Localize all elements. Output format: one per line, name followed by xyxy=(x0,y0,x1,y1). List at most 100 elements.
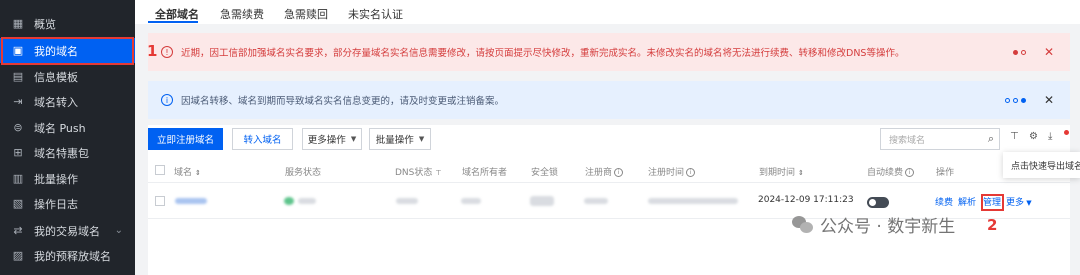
alert-realname-warning: ! 近期，因工信部加强域名实名要求，部分存量域名实名信息需要修改，请按页面提示尽… xyxy=(148,33,1070,71)
sidebar-item-release[interactable]: ▨ 我的预释放域名 xyxy=(0,243,135,268)
export-icon[interactable]: ⤓ xyxy=(1048,131,1052,142)
sidebar-item-log[interactable]: ▧ 操作日志 xyxy=(0,191,135,216)
search-icon[interactable]: ⌕ xyxy=(988,132,994,146)
more-ops-label: 更多操作 xyxy=(307,135,346,146)
log-icon: ▧ xyxy=(12,197,24,210)
sort-icon[interactable]: ⇕ xyxy=(195,169,201,177)
column-owner: 域名所有者 xyxy=(462,168,508,178)
close-icon[interactable]: ✕ xyxy=(1044,45,1054,59)
annotation-number-2: 2 xyxy=(987,216,998,234)
sidebar-item-label: 操作日志 xyxy=(34,197,78,211)
sidebar-item-trade[interactable]: ⇄ 我的交易域名 ⌄ xyxy=(0,218,135,243)
close-icon[interactable]: ✕ xyxy=(1044,93,1054,107)
dot-icon[interactable] xyxy=(1021,97,1026,103)
column-domain[interactable]: 域名 ⇕ xyxy=(174,165,201,178)
domain-icon: ▣ xyxy=(12,44,24,57)
column-lock: 安全锁 xyxy=(531,168,559,178)
sort-icon[interactable]: ⇕ xyxy=(798,169,804,177)
column-actions: 操作 xyxy=(936,168,955,178)
alert-text: 因域名转移、域名到期而导致域名实名信息变更的，请及时变更或注销备案。 xyxy=(181,96,505,107)
sidebar-item-package[interactable]: ⊞ 域名特惠包 xyxy=(0,140,135,165)
sidebar-item-push[interactable]: ⊜ 域名 Push xyxy=(0,115,135,140)
caret-down-icon: ▼ xyxy=(418,135,425,143)
sidebar-item-label: 域名特惠包 xyxy=(34,146,89,160)
caret-down-icon: ▼ xyxy=(350,135,357,143)
tab-unverified[interactable]: 未实名认证 xyxy=(348,6,403,22)
help-icon[interactable]: i xyxy=(614,168,624,177)
column-label: 到期时间 xyxy=(759,168,796,178)
active-tab-indicator xyxy=(148,21,198,23)
sidebar-item-my-domains[interactable]: ▣ 我的域名 xyxy=(0,38,135,63)
sidebar-item-overview[interactable]: ▦ 概览 xyxy=(0,11,135,36)
help-icon[interactable]: i xyxy=(905,168,915,177)
highlight-box-manage xyxy=(981,194,1004,211)
search-placeholder: 搜索域名 xyxy=(889,135,926,146)
tab-all-domains[interactable]: 全部域名 xyxy=(155,6,199,22)
column-dns-status[interactable]: DNS状态 ⊤ xyxy=(395,165,442,178)
tab-urgent-renew[interactable]: 急需续费 xyxy=(220,6,264,22)
watermark-text: 公众号 · 数宇新生 xyxy=(820,217,956,237)
renew-link[interactable]: 续费 xyxy=(935,195,953,208)
sidebar-item-label: 我的交易域名 xyxy=(34,224,100,238)
more-ops-dropdown[interactable]: 更多操作 ▼ xyxy=(302,128,362,150)
watermark: 公众号 · 数宇新生 xyxy=(792,212,955,237)
dns-status-value xyxy=(396,198,418,204)
status-dot xyxy=(284,197,294,205)
table-header: 域名 ⇕ 服务状态 DNS状态 ⊤ 域名所有者 安全锁 注册商 i 注册时间 i 到期时… xyxy=(148,157,1070,183)
export-tooltip: 点击快速导出域名列表 xyxy=(1003,152,1080,178)
column-reg-time[interactable]: 注册时间 i xyxy=(648,165,696,178)
sidebar-item-label: 域名转入 xyxy=(34,95,78,109)
column-label: 域名 xyxy=(174,168,193,178)
reg-time-value xyxy=(648,198,738,204)
domain-link[interactable] xyxy=(175,198,207,204)
service-status-value xyxy=(298,198,316,204)
sidebar-item-batch[interactable]: ▥ 批量操作 xyxy=(0,166,135,191)
filter-icon[interactable]: ⊤ xyxy=(435,169,441,177)
filter-icon[interactable]: ⊤ xyxy=(1010,131,1019,142)
tab-urgent-redeem[interactable]: 急需赎回 xyxy=(284,6,328,22)
more-link[interactable]: 更多 ▼ xyxy=(1006,195,1032,208)
sidebar-item-label: 概览 xyxy=(34,17,56,31)
sidebar-item-label: 域名 Push xyxy=(34,121,86,135)
dot-icon[interactable] xyxy=(1005,97,1010,103)
push-icon: ⊜ xyxy=(13,121,23,134)
gear-icon[interactable]: ⚙ xyxy=(1029,131,1038,142)
search-input[interactable]: 搜索域名 ⌕ xyxy=(880,128,1000,150)
notification-dot xyxy=(1064,130,1069,135)
alert-filing-notice: i 因域名转移、域名到期而导致域名实名信息变更的，请及时变更或注销备案。 ✕ xyxy=(148,81,1070,119)
register-domain-button[interactable]: 立即注册域名 xyxy=(148,128,223,150)
row-checkbox[interactable] xyxy=(155,196,165,206)
batch-ops-dropdown[interactable]: 批量操作 ▼ xyxy=(369,128,431,150)
alert-text: 近期，因工信部加强域名实名要求，部分存量域名实名信息需要修改，请按页面提示尽快修… xyxy=(181,48,905,59)
resolve-link[interactable]: 解析 xyxy=(958,195,976,208)
column-registrar: 注册商 i xyxy=(585,165,624,178)
wechat-icon xyxy=(792,215,814,234)
trade-icon: ⇄ xyxy=(13,224,23,237)
info-icon: i xyxy=(161,94,173,106)
help-icon[interactable]: i xyxy=(686,168,696,177)
dot-icon[interactable] xyxy=(1013,97,1018,103)
template-icon: ▤ xyxy=(12,70,24,83)
column-label: 自动续费 xyxy=(867,168,904,178)
sidebar-item-info-template[interactable]: ▤ 信息模板 xyxy=(0,64,135,89)
sidebar-item-transfer-in[interactable]: ⇥ 域名转入 xyxy=(0,89,135,114)
owner-value xyxy=(461,198,481,204)
column-expire[interactable]: 到期时间 ⇕ xyxy=(759,165,804,178)
sidebar: ▦ 概览 ▣ 我的域名 ▤ 信息模板 ⇥ 域名转入 ⊜ 域名 Push ⊞ 域名… xyxy=(0,0,135,275)
carousel-dots[interactable] xyxy=(1013,49,1026,55)
select-all-checkbox[interactable] xyxy=(155,165,165,175)
transfer-domain-button[interactable]: 转入域名 xyxy=(232,128,293,150)
tab-bar: 全部域名 急需续费 急需赎回 未实名认证 xyxy=(135,0,1080,24)
carousel-dots[interactable] xyxy=(1005,97,1026,103)
batch-icon: ▥ xyxy=(12,172,24,185)
column-auto-renew: 自动续费 i xyxy=(867,165,915,178)
dot-icon[interactable] xyxy=(1021,49,1026,55)
sidebar-item-label: 我的预释放域名 xyxy=(34,249,111,263)
warning-icon: ! xyxy=(161,46,173,58)
column-label: 注册商 xyxy=(585,168,613,178)
caret-down-icon: ▼ xyxy=(1024,199,1032,207)
domain-list-card: 立即注册域名 转入域名 更多操作 ▼ 批量操作 ▼ 搜索域名 ⌕ ⊤ ⚙ ⤓ 域名 ⇕… xyxy=(148,125,1070,275)
dot-icon[interactable] xyxy=(1013,49,1018,55)
auto-renew-toggle[interactable] xyxy=(867,197,889,208)
sidebar-item-label: 信息模板 xyxy=(34,70,78,84)
